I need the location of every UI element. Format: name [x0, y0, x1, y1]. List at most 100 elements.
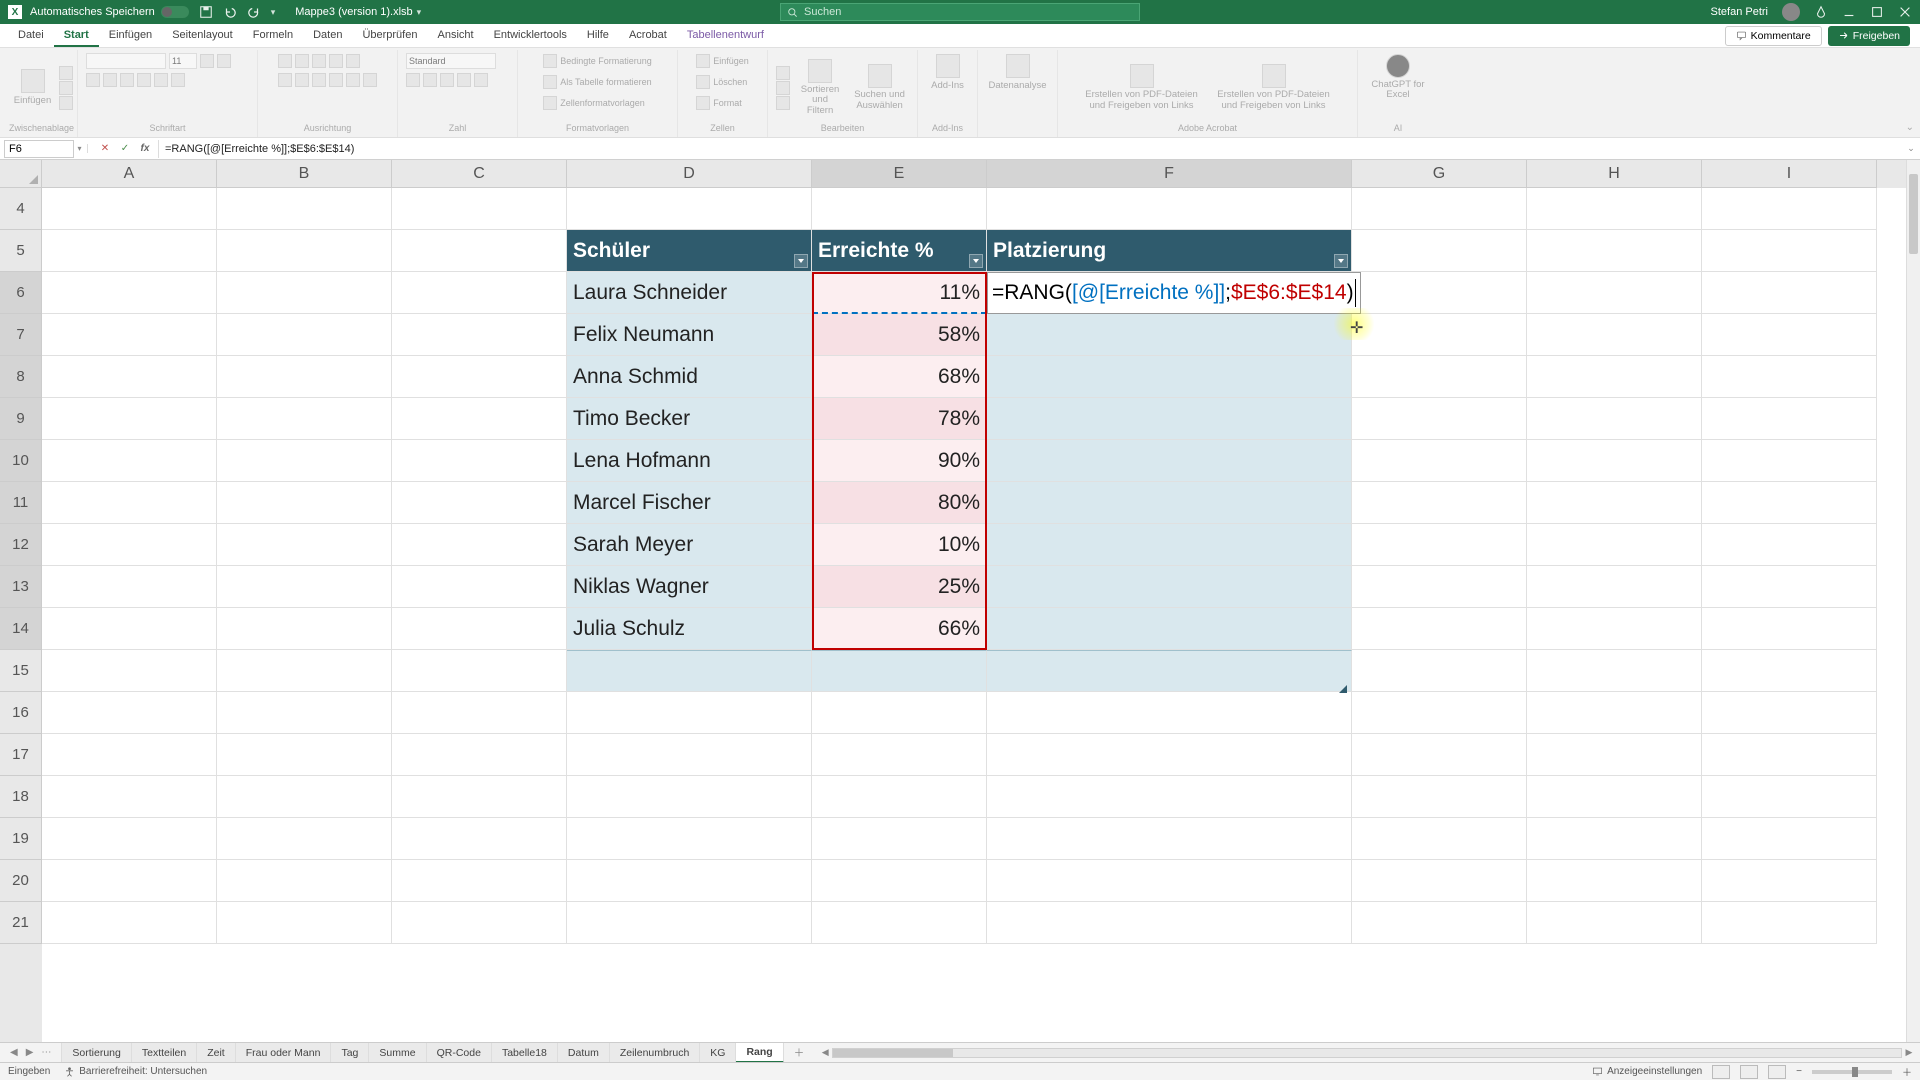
cell-A19[interactable]: [42, 818, 217, 860]
experiment-icon[interactable]: [1814, 5, 1828, 19]
cell-B19[interactable]: [217, 818, 392, 860]
font-name-input[interactable]: [86, 53, 166, 69]
cell-H15[interactable]: [1527, 650, 1702, 692]
cell-I19[interactable]: [1702, 818, 1877, 860]
italic-icon[interactable]: [103, 73, 117, 87]
zoom-slider[interactable]: [1812, 1070, 1892, 1074]
cell-E15[interactable]: [812, 650, 987, 692]
maximize-icon[interactable]: [1870, 5, 1884, 19]
cell-B8[interactable]: [217, 356, 392, 398]
cell-C18[interactable]: [392, 776, 567, 818]
cell-I7[interactable]: [1702, 314, 1877, 356]
name-box[interactable]: F6: [4, 140, 74, 158]
cell-D17[interactable]: [567, 734, 812, 776]
cell-C13[interactable]: [392, 566, 567, 608]
font-color-icon[interactable]: [171, 73, 185, 87]
cell-F11[interactable]: [987, 482, 1352, 524]
bold-icon[interactable]: [86, 73, 100, 87]
col-header-D[interactable]: D: [567, 160, 812, 188]
cell-F10[interactable]: [987, 440, 1352, 482]
cell-A4[interactable]: [42, 188, 217, 230]
copy-icon[interactable]: [59, 81, 73, 95]
cell-E20[interactable]: [812, 860, 987, 902]
col-header-F[interactable]: F: [987, 160, 1352, 188]
paste-button[interactable]: Einfügen: [10, 67, 56, 108]
currency-icon[interactable]: [406, 73, 420, 87]
cell-F17[interactable]: [987, 734, 1352, 776]
cell-G21[interactable]: [1352, 902, 1527, 944]
cell-C14[interactable]: [392, 608, 567, 650]
cell-H7[interactable]: [1527, 314, 1702, 356]
addins-button[interactable]: Add-Ins: [927, 52, 968, 93]
cell-A12[interactable]: [42, 524, 217, 566]
cell-styles-button[interactable]: Zellenformatvorlagen: [543, 94, 645, 112]
cell-F15[interactable]: [987, 650, 1352, 692]
row-header-7[interactable]: 7: [0, 314, 42, 356]
cell-H21[interactable]: [1527, 902, 1702, 944]
cell-A9[interactable]: [42, 398, 217, 440]
cell-A13[interactable]: [42, 566, 217, 608]
align-top-icon[interactable]: [278, 54, 292, 68]
cell-I18[interactable]: [1702, 776, 1877, 818]
cell-G18[interactable]: [1352, 776, 1527, 818]
sheet-tab-textteilen[interactable]: Textteilen: [132, 1043, 197, 1062]
zoom-in-icon[interactable]: ＋: [1902, 1064, 1912, 1079]
col-header-C[interactable]: C: [392, 160, 567, 188]
orientation-icon[interactable]: [329, 54, 343, 68]
cell-I4[interactable]: [1702, 188, 1877, 230]
fx-icon[interactable]: fx: [138, 142, 152, 156]
tab-start[interactable]: Start: [54, 25, 99, 47]
row-header-17[interactable]: 17: [0, 734, 42, 776]
comments-button[interactable]: Kommentare: [1725, 26, 1822, 46]
tab-seitenlayout[interactable]: Seitenlayout: [162, 25, 243, 47]
row-header-19[interactable]: 19: [0, 818, 42, 860]
cancel-formula-icon[interactable]: ✕: [98, 142, 112, 156]
autosave-toggle[interactable]: Automatisches Speichern: [30, 6, 189, 18]
cell-I15[interactable]: [1702, 650, 1877, 692]
cell-I12[interactable]: [1702, 524, 1877, 566]
sheet-tab-rang[interactable]: Rang: [736, 1043, 783, 1063]
cell-E18[interactable]: [812, 776, 987, 818]
search-box[interactable]: Suchen: [780, 3, 1140, 21]
dec-decimal-icon[interactable]: [474, 73, 488, 87]
align-right-icon[interactable]: [312, 73, 326, 87]
minimize-icon[interactable]: [1842, 5, 1856, 19]
cell-E7[interactable]: 58%: [812, 314, 987, 356]
cell-C16[interactable]: [392, 692, 567, 734]
user-name[interactable]: Stefan Petri: [1711, 6, 1768, 18]
wrap-text-icon[interactable]: [346, 54, 360, 68]
accessibility-status[interactable]: Barrierefreiheit: Untersuchen: [64, 1066, 207, 1077]
filter-dropdown-icon[interactable]: [969, 254, 983, 268]
cell-I11[interactable]: [1702, 482, 1877, 524]
cell-D6[interactable]: Laura Schneider: [567, 272, 812, 314]
sheet-nav[interactable]: ◀ ▶ ⋯: [0, 1043, 62, 1062]
cell-D13[interactable]: Niklas Wagner: [567, 566, 812, 608]
cell-F8[interactable]: [987, 356, 1352, 398]
row-header-5[interactable]: 5: [0, 230, 42, 272]
cell-B18[interactable]: [217, 776, 392, 818]
cell-I10[interactable]: [1702, 440, 1877, 482]
cell-E13[interactable]: 25%: [812, 566, 987, 608]
doc-title-dropdown-icon[interactable]: ▾: [417, 7, 422, 18]
sheet-tab-summe[interactable]: Summe: [369, 1043, 426, 1062]
indent-dec-icon[interactable]: [329, 73, 343, 87]
collapse-ribbon-icon[interactable]: ⌄: [1906, 122, 1914, 133]
cell-G13[interactable]: [1352, 566, 1527, 608]
find-select-button[interactable]: Suchen und Auswählen: [850, 62, 909, 113]
number-format-input[interactable]: [406, 53, 496, 69]
formula-editing-cell[interactable]: =RANG([@[Erreichte %]];$E$6:$E$14): [987, 272, 1361, 314]
cell-D19[interactable]: [567, 818, 812, 860]
create-pdf-2-button[interactable]: Erstellen von PDF-Dateien und Freigeben …: [1210, 62, 1338, 113]
cell-A15[interactable]: [42, 650, 217, 692]
view-page-break-icon[interactable]: [1768, 1065, 1786, 1079]
cell-D14[interactable]: Julia Schulz: [567, 608, 812, 650]
align-left-icon[interactable]: [278, 73, 292, 87]
cell-H18[interactable]: [1527, 776, 1702, 818]
cell-A14[interactable]: [42, 608, 217, 650]
cell-H11[interactable]: [1527, 482, 1702, 524]
cell-H17[interactable]: [1527, 734, 1702, 776]
table-resize-handle[interactable]: [1339, 685, 1347, 693]
increase-font-icon[interactable]: [200, 54, 214, 68]
cell-F13[interactable]: [987, 566, 1352, 608]
cell-H13[interactable]: [1527, 566, 1702, 608]
